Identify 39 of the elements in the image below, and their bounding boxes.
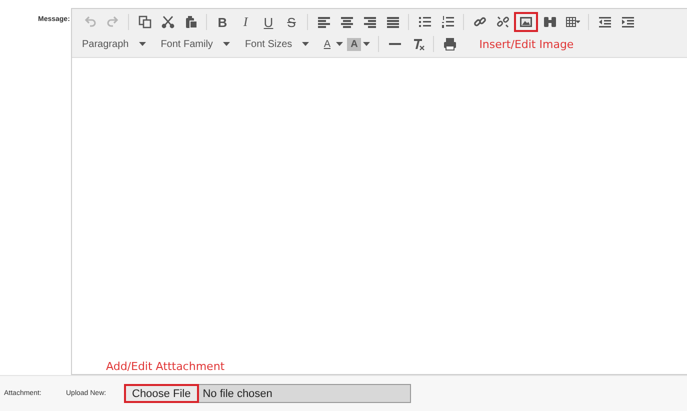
underline-button[interactable]: U xyxy=(257,12,280,32)
file-input[interactable]: Choose File No file chosen xyxy=(124,384,411,404)
copy-icon xyxy=(138,15,152,29)
indent-icon xyxy=(620,15,634,29)
align-left-icon xyxy=(316,15,330,29)
paste-icon xyxy=(184,15,198,29)
link-icon xyxy=(472,15,486,29)
redo-icon xyxy=(106,15,120,29)
unlink-icon xyxy=(496,15,510,29)
align-center-icon xyxy=(340,15,354,29)
outdent-icon xyxy=(598,15,612,29)
caret-icon[interactable] xyxy=(336,42,344,46)
cut-icon xyxy=(160,15,174,29)
text-color-button[interactable]: A xyxy=(320,34,334,54)
table-icon xyxy=(566,15,580,29)
caret-icon[interactable] xyxy=(363,42,370,46)
annotation-label: Insert/Edit Image xyxy=(479,38,574,50)
format-dropdown[interactable]: Paragraph xyxy=(78,34,153,54)
print-icon xyxy=(442,37,457,51)
file-status: No file chosen xyxy=(202,388,272,400)
number-list-icon xyxy=(440,15,454,29)
annotation-label: Add/Edit Atttachment xyxy=(106,360,225,374)
image-button[interactable] xyxy=(514,12,538,32)
caret-icon xyxy=(302,42,310,46)
editor-body[interactable]: Add/Edit Atttachment xyxy=(72,58,687,374)
bold-button[interactable]: B xyxy=(211,12,234,32)
choose-file-button[interactable]: Choose File xyxy=(124,384,199,404)
image-icon xyxy=(519,15,533,29)
bullet-list-icon xyxy=(418,15,432,29)
italic-button[interactable]: I xyxy=(234,12,257,32)
strike-button[interactable]: S xyxy=(280,12,303,32)
background-color-button[interactable]: A xyxy=(347,38,362,50)
format-dropdown[interactable]: Font Family xyxy=(156,34,237,54)
justify-icon xyxy=(386,15,400,29)
caret-icon xyxy=(222,42,230,46)
caret-icon xyxy=(138,42,146,46)
format-dropdown[interactable]: Font Sizes xyxy=(240,34,316,54)
undo-icon xyxy=(82,15,96,29)
align-right-icon xyxy=(362,15,376,29)
